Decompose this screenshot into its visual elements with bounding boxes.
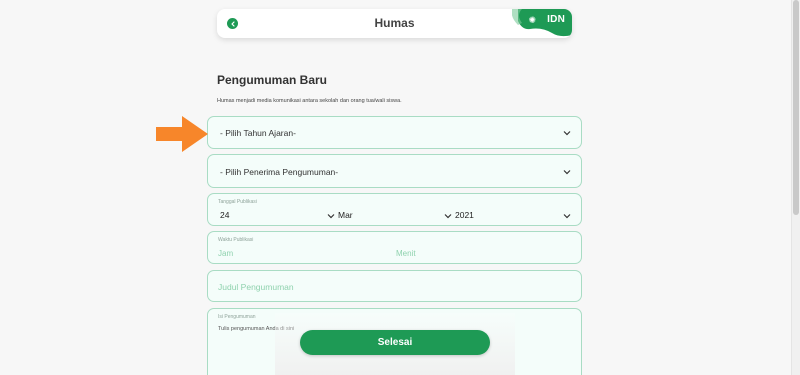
tahun-ajaran-select[interactable]: - Pilih Tahun Ajaran- [207,116,582,149]
chevron-down-icon [563,170,571,175]
chevron-down-icon [563,131,571,136]
form-title: Pengumuman Baru [217,73,328,87]
judul-input[interactable]: Judul Pengumuman [207,270,582,302]
arrow-right-icon [156,116,208,152]
chevron-down-icon[interactable] [444,213,452,219]
day-select[interactable]: 24 [220,210,229,220]
waktu-publikasi-field: Waktu Publikasi Jam Menit [207,231,582,264]
sun-icon: ✺ [528,15,536,25]
scrollbar[interactable] [791,0,800,375]
jam-input[interactable]: Jam [218,249,233,258]
tanggal-publikasi-field: Tanggal Publikasi 24 Mar 2021 [207,193,582,226]
logo-text: IDN [547,14,565,25]
waktu-label: Waktu Publikasi [218,237,254,243]
header-bar: Humas ✺ IDN [217,9,572,38]
penerima-select[interactable]: - Pilih Penerima Pengumuman- [207,154,582,188]
penerima-placeholder: - Pilih Penerima Pengumuman- [220,167,339,177]
tahun-ajaran-placeholder: - Pilih Tahun Ajaran- [220,128,296,138]
menit-input[interactable]: Menit [396,249,416,258]
isi-label: Isi Pengumuman [218,314,256,320]
chevron-down-icon[interactable] [327,213,335,219]
judul-placeholder: Judul Pengumuman [218,282,294,292]
idn-logo: ✺ IDN [511,9,572,38]
tanggal-label: Tanggal Publikasi [218,199,257,205]
year-select[interactable]: 2021 [455,210,474,220]
scrollbar-thumb[interactable] [793,0,799,215]
chevron-down-icon[interactable] [563,213,571,219]
month-select[interactable]: Mar [338,210,353,220]
submit-button[interactable]: Selesai [300,330,490,355]
form-description: Humas menjadi media komunikasi antara se… [217,98,402,104]
